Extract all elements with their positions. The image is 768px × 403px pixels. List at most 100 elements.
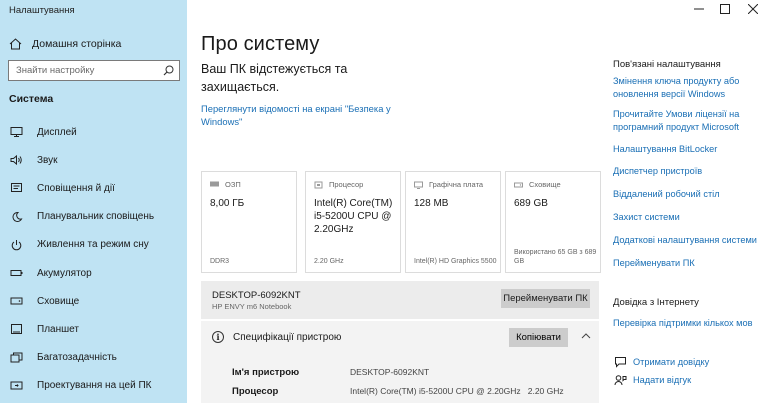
get-help-label: Отримати довідку xyxy=(633,357,710,367)
search-placeholder: Знайти настройку xyxy=(16,65,95,76)
license-terms-link[interactable]: Прочитайте Умови ліцензії на програмний … xyxy=(613,108,763,133)
minimize-icon xyxy=(694,8,704,10)
security-details-link[interactable]: Переглянути відомості на екрані "Безпека… xyxy=(201,103,391,128)
spec-value: Intel(R) Core(TM) i5-5200U CPU @ 2.20GHz… xyxy=(350,386,564,396)
sidebar-item-power[interactable]: Живлення та режим сну xyxy=(0,231,187,259)
sidebar-item-label: Акумулятор xyxy=(37,267,92,279)
info-icon: i xyxy=(212,331,224,343)
window-title: Налаштування xyxy=(9,5,75,16)
rename-pc-button[interactable]: Перейменувати ПК xyxy=(501,289,590,308)
card-value: 8,00 ГБ xyxy=(210,198,245,209)
system-protection-link[interactable]: Захист системи xyxy=(613,211,763,224)
search-icon[interactable] xyxy=(163,65,174,76)
copy-button[interactable]: Копіювати xyxy=(509,328,568,347)
ram-card: ОЗП 8,00 ГБ DDR3 xyxy=(201,171,297,273)
sidebar-nav: Дисплей Звук Сповіщення й дії Планувальн… xyxy=(0,118,187,400)
home-icon xyxy=(9,38,23,50)
card-footer: Використано 65 GB з 689 GB xyxy=(514,249,597,265)
sidebar-item-focus-assist[interactable]: Планувальник сповіщень xyxy=(0,203,187,231)
sidebar-item-multitasking[interactable]: Багатозадачність xyxy=(0,344,187,372)
chevron-up-icon[interactable] xyxy=(580,331,592,341)
device-specifications-panel: i Специфікації пристрою Копіювати Ім'я п… xyxy=(201,321,599,403)
feedback-label: Надати відгук xyxy=(633,375,692,385)
sidebar-item-storage[interactable]: Сховище xyxy=(0,287,187,315)
sidebar-item-tablet[interactable]: Планшет xyxy=(0,315,187,343)
sidebar-item-label: Сповіщення й дії xyxy=(37,182,115,194)
card-footer: DDR3 xyxy=(210,258,230,265)
graphics-card: Графічна плата 128 MB Intel(R) HD Graphi… xyxy=(405,171,501,273)
sidebar-item-label: Планувальник сповіщень xyxy=(37,211,155,223)
multi-language-support-link[interactable]: Перевірка підтримки кількох мов xyxy=(613,317,763,330)
spec-value: DESKTOP-6092KNT xyxy=(350,367,430,377)
storage-icon xyxy=(9,294,23,308)
spec-key: Процесор xyxy=(232,386,279,397)
sidebar-item-label: Планшет xyxy=(37,323,79,335)
maximize-button[interactable] xyxy=(716,2,734,16)
maximize-icon xyxy=(720,4,730,14)
graphics-card-icon xyxy=(414,181,424,189)
change-product-key-link[interactable]: Змінення ключа продукту або оновлення ве… xyxy=(613,75,763,100)
multitasking-icon xyxy=(9,351,23,365)
sidebar-item-projecting[interactable]: Проектування на цей ПК xyxy=(0,372,187,400)
sidebar-item-sound[interactable]: Звук xyxy=(0,146,187,174)
protection-status: Ваш ПК відстежується та захищається. xyxy=(201,62,348,94)
ram-icon xyxy=(210,181,220,189)
card-value: 689 GB xyxy=(514,198,548,209)
card-value: Intel(R) Core(TM) i5-5200U CPU @ 2.20GHz xyxy=(314,198,393,235)
spec-row-processor: Процесор Intel(R) Core(TM) i5-5200U CPU … xyxy=(232,386,564,397)
spec-key: Ім'я пристрою xyxy=(232,367,300,378)
card-label: Графічна плата xyxy=(429,180,484,189)
power-icon xyxy=(9,238,23,252)
chat-icon xyxy=(613,355,627,369)
spec-row-device-name: Ім'я пристрою DESKTOP-6092KNT xyxy=(232,367,429,378)
notifications-icon xyxy=(9,181,23,195)
moon-icon xyxy=(9,210,23,224)
feedback-icon xyxy=(613,373,627,387)
card-value: 128 MB xyxy=(414,198,449,209)
device-name: DESKTOP-6092KNT xyxy=(212,290,301,301)
search-input[interactable]: Знайти настройку xyxy=(8,60,180,81)
card-label: ОЗП xyxy=(225,180,241,189)
card-label: Процесор xyxy=(329,180,364,189)
projecting-icon xyxy=(9,379,23,393)
advanced-system-settings-link[interactable]: Додаткові налаштування системи xyxy=(613,234,763,247)
close-button[interactable] xyxy=(744,2,762,16)
sidebar: Налаштування Домашня сторінка Знайти нас… xyxy=(0,0,187,403)
sidebar-item-label: Живлення та режим сну xyxy=(37,239,149,251)
processor-icon xyxy=(314,181,324,189)
sidebar-item-battery[interactable]: Акумулятор xyxy=(0,259,187,287)
display-icon xyxy=(9,125,23,139)
card-label: Сховище xyxy=(529,180,561,189)
specifications-header[interactable]: i Специфікації пристрою Копіювати xyxy=(201,321,599,354)
related-settings-title: Пов'язані налаштування xyxy=(613,59,721,70)
specifications-title: Специфікації пристрою xyxy=(233,332,342,343)
sidebar-item-display[interactable]: Дисплей xyxy=(0,118,187,146)
feedback-link[interactable]: Надати відгук xyxy=(613,373,691,387)
web-help-title: Довідка з Інтернету xyxy=(613,297,699,308)
sidebar-item-label: Сховище xyxy=(37,295,80,307)
page-title: Про систему xyxy=(201,33,320,55)
home-label: Домашня сторінка xyxy=(32,38,122,50)
remote-desktop-link[interactable]: Віддалений робочий стіл xyxy=(613,188,763,201)
card-footer: 2.20 GHz xyxy=(314,258,344,265)
bitlocker-link[interactable]: Налаштування BitLocker xyxy=(613,143,763,156)
section-title: Система xyxy=(9,93,54,105)
get-help-link[interactable]: Отримати довідку xyxy=(613,355,709,369)
sidebar-item-label: Дисплей xyxy=(37,126,77,138)
tablet-icon xyxy=(9,322,23,336)
home-link[interactable]: Домашня сторінка xyxy=(9,36,121,52)
storage-card: Сховище 689 GB Використано 65 GB з 689 G… xyxy=(505,171,601,273)
card-footer: Intel(R) HD Graphics 5500 xyxy=(414,258,497,265)
sound-icon xyxy=(9,153,23,167)
battery-icon xyxy=(9,266,23,280)
sidebar-item-notifications[interactable]: Сповіщення й дії xyxy=(0,174,187,202)
minimize-button[interactable] xyxy=(690,2,708,16)
drive-icon xyxy=(514,181,524,189)
close-icon xyxy=(748,4,758,14)
sidebar-item-label: Проектування на цей ПК xyxy=(37,380,152,392)
device-name-panel: DESKTOP-6092KNT HP ENVY m6 Notebook Пере… xyxy=(201,281,599,319)
processor-card: Процесор Intel(R) Core(TM) i5-5200U CPU … xyxy=(305,171,401,273)
device-manager-link[interactable]: Диспетчер пристроїв xyxy=(613,165,763,178)
sidebar-item-label: Багатозадачність xyxy=(37,352,117,364)
rename-pc-link[interactable]: Перейменувати ПК xyxy=(613,257,763,270)
